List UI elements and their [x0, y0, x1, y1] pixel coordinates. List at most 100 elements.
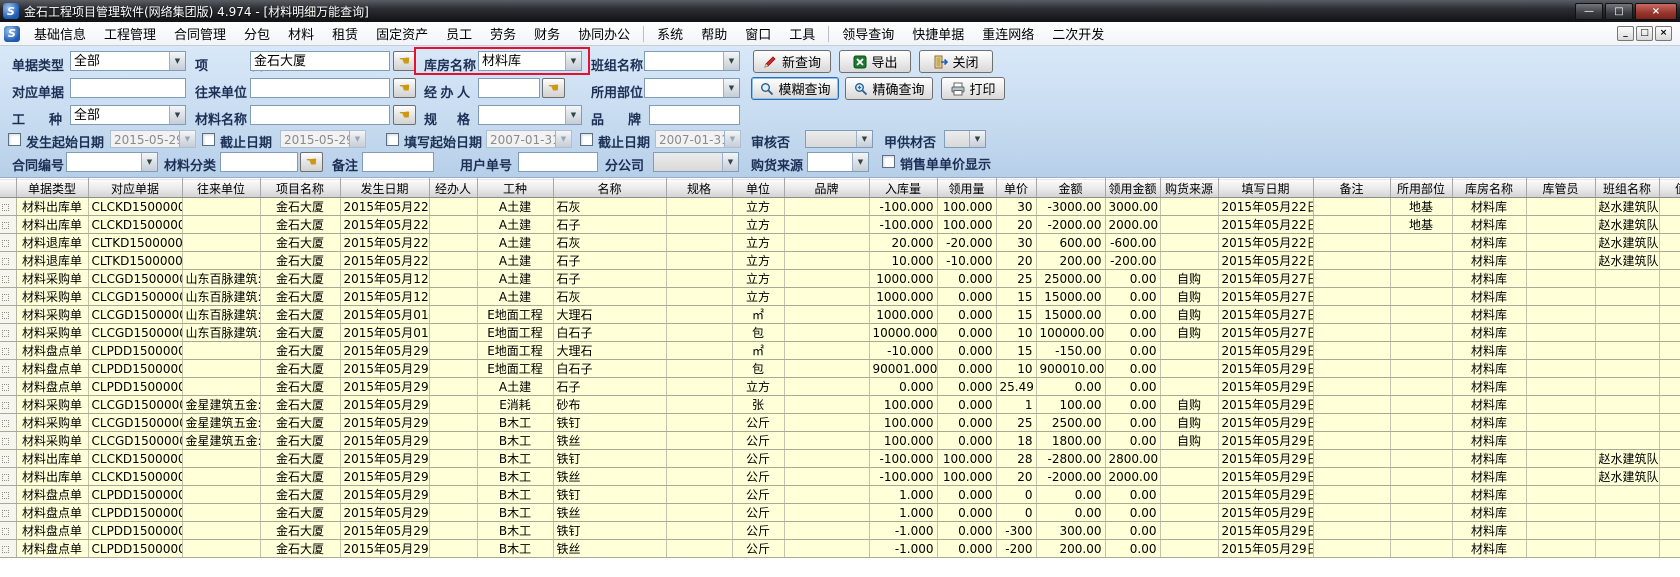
cell[interactable]: 20: [996, 216, 1036, 234]
fill-start-date-checkbox[interactable]: [386, 133, 399, 146]
cell[interactable]: 材料出库单: [16, 468, 88, 486]
cell[interactable]: [1160, 522, 1218, 540]
cell[interactable]: [784, 360, 869, 378]
cell[interactable]: 1000.000: [869, 288, 937, 306]
cell[interactable]: 赵水建筑队: [1595, 468, 1659, 486]
cell[interactable]: 赵水建筑队: [1595, 252, 1659, 270]
chevron-down-icon[interactable]: ▼: [856, 131, 872, 147]
row-selector[interactable]: [0, 540, 16, 558]
column-header[interactable]: 填写日期: [1218, 179, 1313, 198]
cell[interactable]: 2015年05月01日: [340, 306, 429, 324]
cell[interactable]: [1390, 306, 1452, 324]
cell[interactable]: A土建: [477, 378, 553, 396]
cell[interactable]: 金石大厦: [260, 396, 340, 414]
cell[interactable]: 100.000: [937, 468, 996, 486]
grid-row[interactable]: 材料采购单CLCGD150000004山东百脉建筑:金石大厦2015年05月12…: [0, 288, 1680, 306]
column-header[interactable]: 名称: [553, 179, 666, 198]
cell[interactable]: 25000.00: [1036, 270, 1105, 288]
cell[interactable]: B木工: [477, 414, 553, 432]
cell[interactable]: 25: [996, 270, 1036, 288]
cell[interactable]: 0.000: [937, 324, 996, 342]
cell[interactable]: E地面工程: [477, 324, 553, 342]
cell[interactable]: CLPDD150000003: [88, 522, 182, 540]
cell[interactable]: 金石大厦: [260, 252, 340, 270]
cell[interactable]: 2015年05月22日: [340, 252, 429, 270]
cell[interactable]: 1.000: [869, 504, 937, 522]
cell[interactable]: 材料库: [1452, 288, 1526, 306]
column-header[interactable]: 经办人: [429, 179, 477, 198]
cell[interactable]: 公斤: [732, 414, 784, 432]
cell[interactable]: [784, 396, 869, 414]
cell[interactable]: [182, 360, 260, 378]
cell[interactable]: 公斤: [732, 432, 784, 450]
menu-item[interactable]: 快捷单据: [903, 22, 973, 45]
cell[interactable]: [1659, 396, 1680, 414]
cell[interactable]: [1659, 540, 1680, 558]
cell[interactable]: 材料库: [1452, 522, 1526, 540]
cell[interactable]: A土建: [477, 234, 553, 252]
cell[interactable]: 金石大厦: [260, 432, 340, 450]
cell[interactable]: 0.00: [1105, 288, 1160, 306]
minimize-button[interactable]: —: [1575, 3, 1603, 20]
column-header[interactable]: 往来单位: [182, 179, 260, 198]
chevron-down-icon[interactable]: ▼: [565, 52, 581, 70]
cell[interactable]: 0.00: [1105, 270, 1160, 288]
cell[interactable]: [1313, 252, 1390, 270]
cell[interactable]: [182, 198, 260, 216]
cell[interactable]: 铁钉: [553, 522, 666, 540]
cell[interactable]: 2015年05月29日: [340, 360, 429, 378]
cell[interactable]: [429, 216, 477, 234]
cell[interactable]: 立方: [732, 216, 784, 234]
cell[interactable]: CLCGD150000006: [88, 396, 182, 414]
cell[interactable]: 100.000: [869, 396, 937, 414]
cell[interactable]: [666, 540, 732, 558]
cell[interactable]: 0.000: [937, 486, 996, 504]
cell[interactable]: 立方: [732, 378, 784, 396]
cell[interactable]: 0.000: [937, 432, 996, 450]
cell[interactable]: 2015年05月29日: [340, 432, 429, 450]
cell[interactable]: [784, 414, 869, 432]
cell[interactable]: 1: [996, 396, 1036, 414]
cell[interactable]: 0: [996, 504, 1036, 522]
cell[interactable]: [666, 288, 732, 306]
cell[interactable]: 100.000: [937, 450, 996, 468]
cell[interactable]: 材料采购单: [16, 396, 88, 414]
menu-item[interactable]: 劳务: [481, 22, 525, 45]
cell[interactable]: [182, 234, 260, 252]
grid-row[interactable]: 材料采购单CLCGD150000006金星建筑五金:金石大厦2015年05月29…: [0, 414, 1680, 432]
cell[interactable]: [182, 486, 260, 504]
cell[interactable]: 25: [996, 414, 1036, 432]
cell[interactable]: [1526, 432, 1595, 450]
cell[interactable]: [1390, 234, 1452, 252]
cell[interactable]: [1313, 540, 1390, 558]
grid-row[interactable]: 材料出库单CLCKD150000002金石大厦2015年05月29日B木工铁钉公…: [0, 450, 1680, 468]
column-header[interactable]: 班组名称: [1595, 179, 1659, 198]
cell[interactable]: 铁丝: [553, 468, 666, 486]
cell[interactable]: 15: [996, 306, 1036, 324]
cell[interactable]: A土建: [477, 198, 553, 216]
cell[interactable]: [1313, 504, 1390, 522]
cell[interactable]: 2015年05月29日: [340, 414, 429, 432]
cell[interactable]: 18: [996, 432, 1036, 450]
column-header[interactable]: 项目名称: [260, 179, 340, 198]
cell[interactable]: -10.000: [937, 252, 996, 270]
material-name-input[interactable]: [250, 105, 390, 125]
column-header[interactable]: 库房名称: [1452, 179, 1526, 198]
grid-row[interactable]: 材料出库单CLCKD150000002金石大厦2015年05月29日B木工铁丝公…: [0, 468, 1680, 486]
cell[interactable]: 材料出库单: [16, 216, 88, 234]
grid-row[interactable]: 材料采购单CLCGD150000006金星建筑五金:金石大厦2015年05月29…: [0, 396, 1680, 414]
fill-start-date-combo[interactable]: 2007-01-31 ▼: [486, 130, 572, 148]
cell[interactable]: [784, 342, 869, 360]
cell[interactable]: [784, 432, 869, 450]
cell[interactable]: 0.000: [937, 396, 996, 414]
cell[interactable]: 铁钉: [553, 414, 666, 432]
mdi-minimize-button[interactable]: _: [1617, 26, 1634, 41]
cell[interactable]: 金石大厦: [260, 234, 340, 252]
cell[interactable]: 材料库: [1452, 216, 1526, 234]
cell[interactable]: 铁钉: [553, 450, 666, 468]
cell[interactable]: [784, 378, 869, 396]
grid-row[interactable]: 材料采购单CLCGD150000005山东百脉建筑:金石大厦2015年05月01…: [0, 306, 1680, 324]
menu-item[interactable]: 工具: [780, 22, 824, 45]
cell[interactable]: [666, 396, 732, 414]
menu-item[interactable]: 基础信息: [25, 22, 95, 45]
